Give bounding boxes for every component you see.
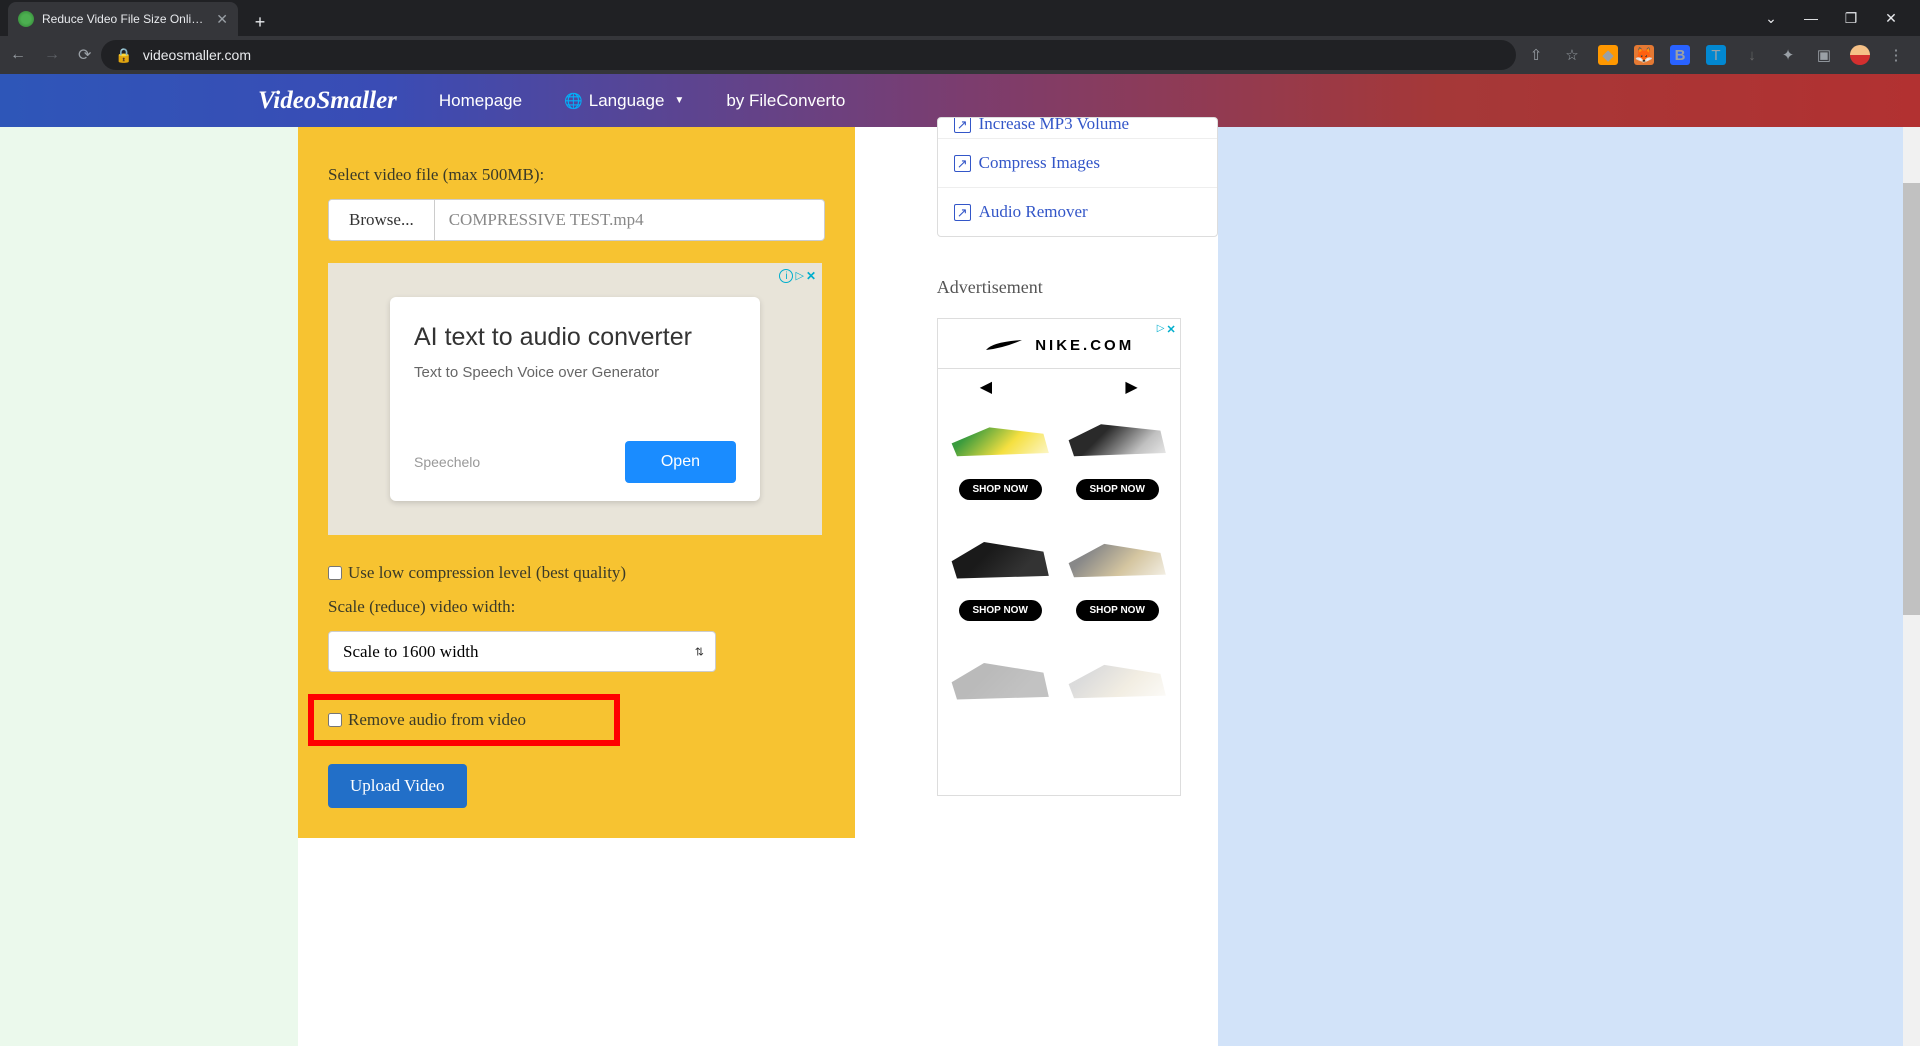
page-scrollbar-thumb[interactable]: [1903, 183, 1920, 615]
shop-now-button[interactable]: SHOP NOW: [959, 600, 1042, 621]
low-compression-checkbox[interactable]: [328, 566, 342, 580]
shop-now-button[interactable]: SHOP NOW: [959, 479, 1042, 500]
shoe-image: [946, 647, 1054, 711]
extensions-puzzle-icon[interactable]: ✦: [1778, 45, 1798, 65]
adchoices-icon[interactable]: ▷: [795, 269, 803, 283]
new-tab-button[interactable]: +: [246, 8, 274, 36]
remove-audio-highlight: Remove audio from video: [308, 694, 620, 746]
shoe-item[interactable]: SHOP NOW: [942, 397, 1059, 518]
back-icon[interactable]: ←: [10, 46, 26, 64]
extension-icon-4[interactable]: T: [1706, 45, 1726, 65]
profile-avatar-icon[interactable]: [1850, 45, 1870, 65]
low-compression-option[interactable]: Use low compression level (best quality): [328, 563, 825, 583]
window-close-icon[interactable]: ✕: [1876, 10, 1906, 27]
left-margin: [0, 127, 298, 1046]
site-logo[interactable]: VideoSmaller: [258, 87, 397, 115]
extension-icon-3[interactable]: B: [1670, 45, 1690, 65]
shoe-image: [946, 526, 1054, 590]
sidebar-item-mp3volume[interactable]: Increase MP3 Volume: [938, 118, 1217, 139]
ad-subtitle: Text to Speech Voice over Generator: [414, 364, 736, 381]
shoe-item[interactable]: [942, 639, 1059, 739]
shoe-item[interactable]: [1059, 639, 1176, 739]
adchoices-icon[interactable]: ▷: [1157, 323, 1165, 336]
tab-title: Reduce Video File Size Online, M: [42, 12, 208, 26]
reload-icon[interactable]: ⟳: [78, 45, 91, 65]
shoe-image: [1063, 526, 1171, 590]
sidebar-item-compress-images[interactable]: Compress Images: [938, 139, 1217, 188]
file-input-row: Browse... COMPRESSIVE TEST.mp4: [328, 199, 825, 241]
remove-audio-option[interactable]: Remove audio from video: [328, 710, 604, 730]
ad-close-icon[interactable]: ✕: [806, 269, 816, 283]
ad-close-icon[interactable]: ✕: [1167, 323, 1176, 336]
ad-brand: Speechelo: [414, 454, 480, 470]
advertisement-label: Advertisement: [937, 277, 1218, 298]
related-tools-list: Increase MP3 Volume Compress Images Audi…: [937, 117, 1218, 237]
sidebar-item-audio-remover[interactable]: Audio Remover: [938, 188, 1217, 236]
nav-homepage[interactable]: Homepage: [439, 91, 522, 111]
lock-icon: 🔒: [115, 47, 132, 64]
browser-tab[interactable]: Reduce Video File Size Online, M ✕: [8, 2, 238, 36]
inline-ad: i ▷ ✕ AI text to audio converter Text to…: [328, 263, 822, 535]
shoe-item[interactable]: SHOP NOW: [1059, 518, 1176, 639]
remove-audio-checkbox[interactable]: [328, 713, 342, 727]
side-panel-icon[interactable]: ▣: [1814, 45, 1834, 65]
ad-info-icon[interactable]: i: [779, 269, 793, 283]
shoe-image: [1063, 405, 1171, 469]
page-scrollbar-track[interactable]: [1903, 127, 1920, 1046]
bookmark-star-icon[interactable]: ☆: [1562, 45, 1582, 65]
url-text: videosmaller.com: [143, 47, 251, 63]
share-icon[interactable]: ⇧: [1526, 45, 1546, 65]
shoe-image: [946, 405, 1054, 469]
extension-icon-1[interactable]: ◆: [1598, 45, 1618, 65]
tab-favicon: [18, 11, 34, 27]
download-icon[interactable]: ↓: [1742, 45, 1762, 65]
ad-open-button[interactable]: Open: [625, 441, 736, 483]
shoe-item[interactable]: SHOP NOW: [942, 518, 1059, 639]
shoe-item[interactable]: SHOP NOW: [1059, 397, 1176, 518]
right-margin: [1218, 127, 1920, 1046]
external-link-icon: [954, 202, 971, 222]
external-link-icon: [954, 118, 971, 134]
carousel-next-icon[interactable]: ▶: [1125, 377, 1137, 397]
ad-card[interactable]: AI text to audio converter Text to Speec…: [390, 297, 760, 501]
upload-form-panel: Select video file (max 500MB): Browse...…: [298, 127, 855, 838]
external-link-icon: [954, 153, 971, 173]
shop-now-button[interactable]: SHOP NOW: [1076, 600, 1159, 621]
window-minimize-icon[interactable]: —: [1796, 10, 1826, 27]
sidebar-ad[interactable]: ▷ ✕ NIKE.COM ◀ ▶: [937, 318, 1181, 796]
select-file-label: Select video file (max 500MB):: [328, 165, 825, 185]
tabs-dropdown-icon[interactable]: ⌄: [1756, 10, 1786, 27]
caret-down-icon: ▼: [674, 95, 684, 106]
upload-video-button[interactable]: Upload Video: [328, 764, 467, 808]
nike-swoosh-icon: [983, 338, 1025, 354]
extension-metamask-icon[interactable]: 🦊: [1634, 45, 1654, 65]
shoe-image: [1063, 647, 1171, 711]
nav-language[interactable]: 🌐 Language ▼: [564, 91, 684, 111]
scale-label: Scale (reduce) video width:: [328, 597, 825, 617]
nike-ad-header: NIKE.COM: [938, 319, 1180, 369]
address-bar[interactable]: 🔒 videosmaller.com: [101, 40, 1516, 70]
selected-file-name: COMPRESSIVE TEST.mp4: [435, 200, 824, 240]
scale-width-select[interactable]: Scale to 1600 width: [328, 631, 716, 672]
sidebar: Increase MP3 Volume Compress Images Audi…: [937, 127, 1218, 838]
shop-now-button[interactable]: SHOP NOW: [1076, 479, 1159, 500]
window-maximize-icon[interactable]: ❐: [1836, 10, 1866, 27]
browse-button[interactable]: Browse...: [329, 200, 435, 240]
translate-icon: 🌐: [564, 92, 583, 110]
chrome-menu-icon[interactable]: ⋮: [1886, 45, 1906, 65]
forward-icon[interactable]: →: [44, 46, 60, 64]
ad-title: AI text to audio converter: [414, 323, 736, 352]
nike-brand-text: NIKE.COM: [1035, 337, 1134, 354]
carousel-prev-icon[interactable]: ◀: [980, 377, 992, 397]
tab-close-icon[interactable]: ✕: [216, 11, 228, 28]
nav-fileconverto[interactable]: by FileConverto: [726, 91, 845, 111]
